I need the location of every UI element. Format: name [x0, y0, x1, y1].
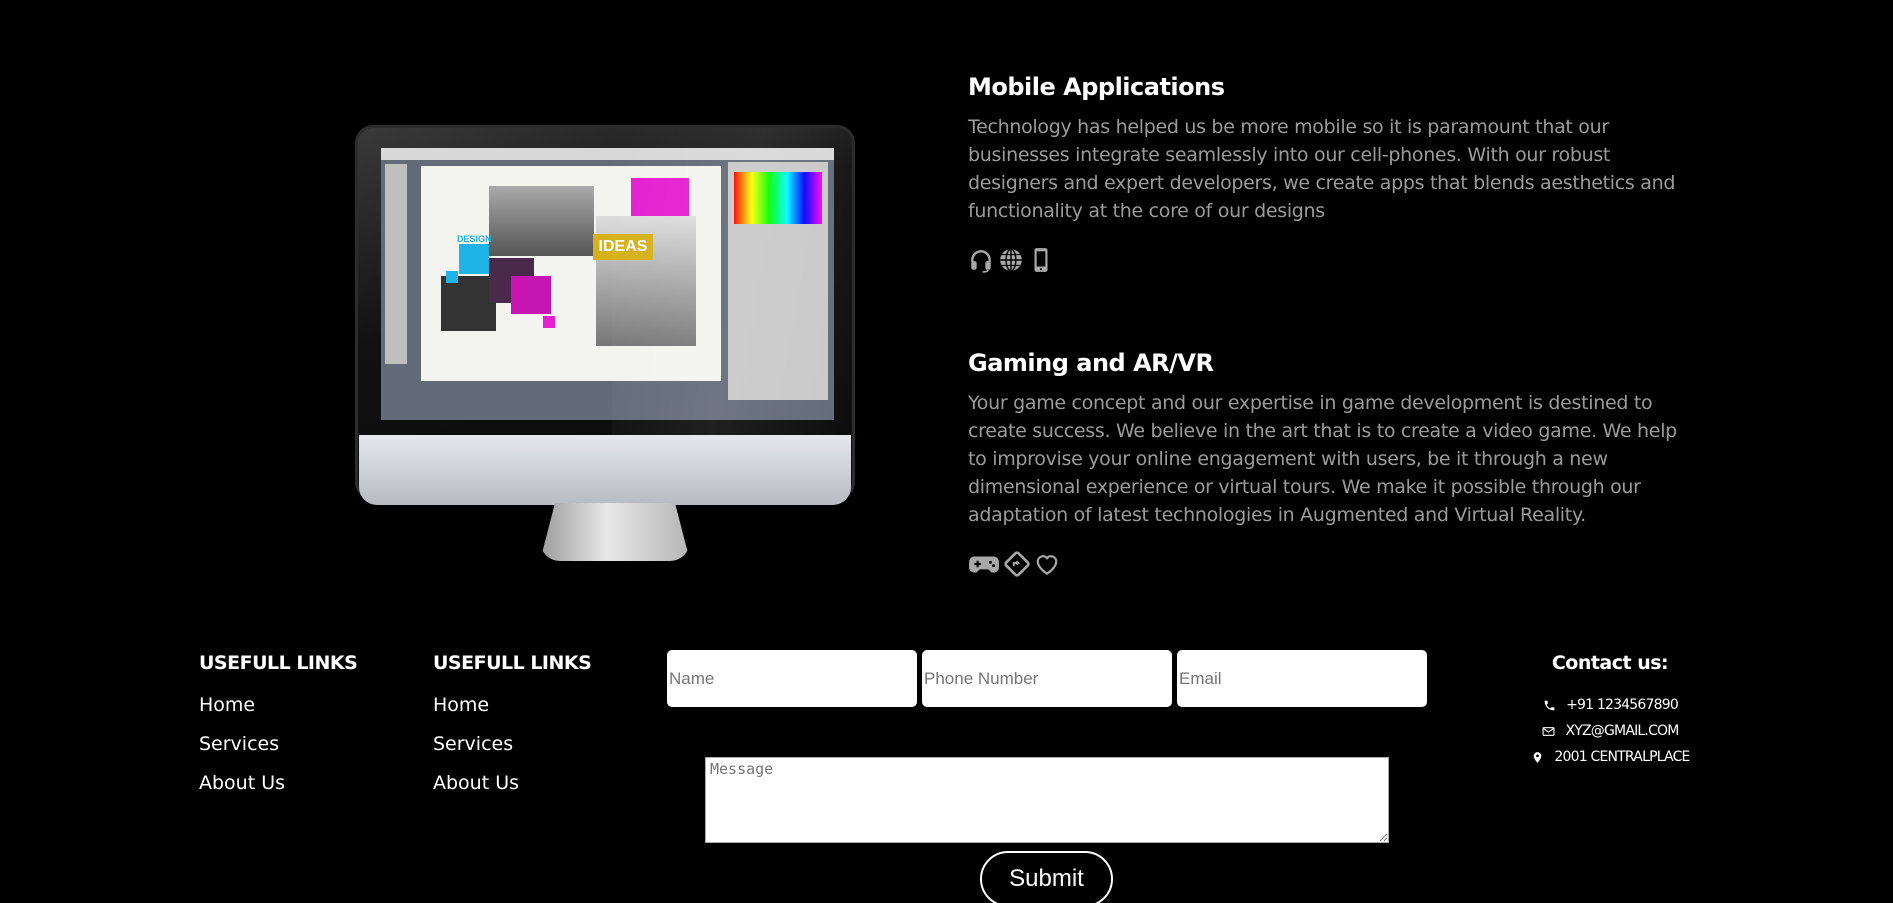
footer-link-services[interactable]: Services: [199, 725, 357, 764]
diamond-direction-icon: [1004, 551, 1030, 577]
email-input[interactable]: [1177, 650, 1427, 707]
footer-link-services[interactable]: Services: [433, 725, 591, 764]
contact-us-section: Contact us: +91 1234567890 XYZ@GMAIL.COM…: [1520, 652, 1700, 770]
message-textarea[interactable]: [705, 757, 1389, 843]
service-icons: [968, 247, 1688, 273]
footer-link-home[interactable]: Home: [199, 686, 357, 725]
monitor-stand: [540, 503, 690, 561]
footer-link-about-us[interactable]: About Us: [199, 764, 357, 803]
map-pin-icon: [1530, 750, 1544, 764]
gamepad-icon: [968, 551, 1000, 577]
submit-button[interactable]: Submit: [980, 851, 1113, 903]
contact-address: 2001 CENTRALPLACE: [1520, 744, 1700, 770]
service-description: Your game concept and our expertise in g…: [968, 392, 1677, 526]
footer-link-home[interactable]: Home: [433, 686, 591, 725]
canvas-block: [446, 271, 458, 283]
contact-phone: +91 1234567890: [1520, 692, 1700, 718]
mobile-phone-icon: [1028, 247, 1054, 273]
footer-link-about-us[interactable]: About Us: [433, 764, 591, 803]
service-gaming-arvr: Gaming and AR/VR Your game concept and o…: [968, 349, 1688, 577]
phone-icon: [1542, 698, 1556, 712]
service-mobile-applications: Mobile Applications Technology has helpe…: [968, 73, 1688, 273]
canvas-photo: [489, 186, 594, 256]
contact-heading: Contact us:: [1551, 652, 1669, 674]
service-description: Technology has helped us be more mobile …: [968, 116, 1676, 222]
canvas-block: [511, 276, 551, 314]
globe-icon: [998, 247, 1024, 273]
canvas-block: [543, 316, 555, 328]
canvas-photo: [441, 276, 496, 331]
useful-links-column-2: USEFULL LINKS Home Services About Us: [433, 652, 592, 803]
canvas-block: [459, 244, 489, 274]
useful-links-column-1: USEFULL LINKS Home Services About Us: [199, 652, 358, 803]
useful-links-heading: USEFULL LINKS: [199, 652, 358, 674]
monitor-chin: [359, 435, 851, 505]
contact-email: XYZ@GMAIL.COM: [1520, 718, 1700, 744]
useful-links-heading: USEFULL LINKS: [433, 652, 592, 674]
app-toolbar: [385, 164, 407, 364]
service-icons: [968, 551, 1688, 577]
phone-number-input[interactable]: [922, 650, 1172, 707]
headset-icon: [968, 247, 994, 273]
contact-address-text: 2001 CENTRALPLACE: [1554, 749, 1690, 765]
service-title: Mobile Applications: [968, 73, 1225, 101]
contact-phone-text: +91 1234567890: [1566, 697, 1679, 713]
envelope-icon: [1541, 724, 1555, 738]
monitor-illustration: DESIGN IDEAS: [355, 125, 855, 561]
name-input[interactable]: [667, 650, 917, 707]
heart-icon: [1034, 551, 1060, 577]
page: DESIGN IDEAS Mobile Applications Technol…: [0, 0, 1893, 903]
canvas-design-text: DESIGN: [457, 234, 492, 244]
contact-email-text: XYZ@GMAIL.COM: [1565, 723, 1679, 739]
service-title: Gaming and AR/VR: [968, 349, 1214, 377]
